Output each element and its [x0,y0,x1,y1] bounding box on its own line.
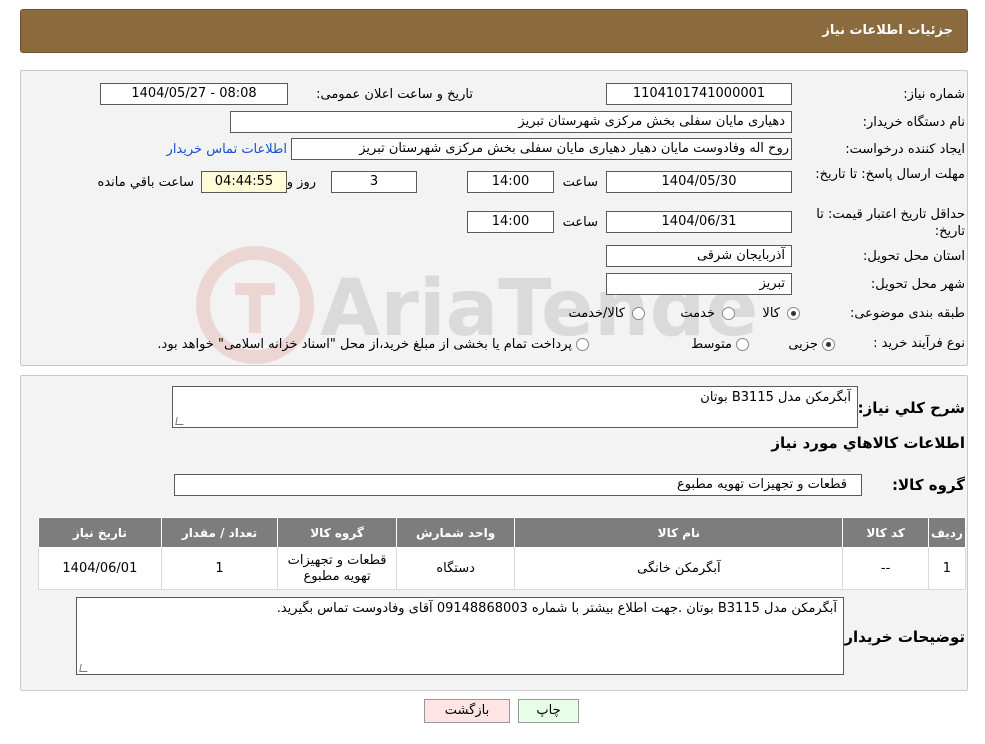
price-validity-label: حداقل تاریخ اعتبار قیمت: تا تاریخ: [816,207,965,239]
reply-time-label: ساعت [562,175,598,190]
price-validity-time-label: ساعت [562,215,598,230]
category-radio-goods-service[interactable] [632,307,645,320]
need-number-label: شماره نیاز: [903,87,965,102]
process-type-label: نوع فرآیند خرید : [873,336,965,351]
buyer-notes-text: آبگرمکن مدل B3115 بوتان .جهت اطلاع بیشتر… [276,601,837,616]
buyer-org-label: نام دستگاه خریدار: [862,115,965,130]
process-option-medium: متوسط [691,337,732,352]
col-unit: واحد شمارش [395,517,516,548]
description-textarea: آبگرمکن مدل B3115 بوتان [172,386,858,428]
delivery-province-label: استان محل تحویل: [863,249,965,264]
reply-deadline-label: مهلت ارسال پاسخ: تا تاریخ: [815,167,965,182]
price-validity-date: 1404/06/31 [606,211,792,233]
category-label: طبقه بندی موضوعی: [849,306,965,321]
buyer-org-field: دهیاری مایان سفلی بخش مرکزی شهرستان تبری… [230,111,792,133]
col-need-date: تاریخ نیاز [38,517,162,548]
delivery-city-label: شهر محل تحویل: [870,277,965,292]
announce-datetime-field: 1404/05/27 - 08:08 [100,83,288,105]
process-option-minor: جزیی [788,337,818,352]
announce-datetime-label: تاریخ و ساعت اعلان عمومی: [316,87,473,102]
description-text: آبگرمکن مدل B3115 بوتان [700,390,851,405]
process-radio-treasury[interactable] [576,338,589,351]
requester-label: ایجاد کننده درخواست: [845,142,965,157]
col-goods-code: کد کالا [842,517,929,548]
resize-handle-icon[interactable] [79,664,89,672]
goods-info-title: اطلاعات کالاهاي مورد نياز [771,434,965,452]
goods-table: ردیف کد کالا نام کالا واحد شمارش گروه کا… [38,517,967,590]
buyer-notes-textarea: آبگرمکن مدل B3115 بوتان .جهت اطلاع بیشتر… [76,597,844,675]
process-radio-minor[interactable] [822,338,835,351]
cell-goods-code: -- [842,547,929,590]
col-goods-group: گروه کالا [277,517,397,548]
cell-quantity: 1 [160,547,279,590]
requester-field: روح اله وفادوست مایان دهیار دهیاری مایان… [291,138,792,160]
print-button[interactable]: چاپ [518,699,579,723]
col-quantity: تعداد / مقدار [160,517,279,548]
category-option-service: خدمت [680,306,715,321]
cell-goods-group: قطعات و تجهیزات تهویه مطبوع [277,547,397,590]
need-number-field: 1104101741000001 [606,83,792,105]
page-title: جزئیات اطلاعات نیاز [822,23,953,38]
delivery-city-field: تبریز [606,273,792,295]
remaining-time-field: 04:44:55 [201,171,287,193]
price-validity-time: 14:00 [467,211,554,233]
goods-group-field: قطعات و تجهیزات تهویه مطبوع [174,474,862,496]
delivery-province-field: آذربایجان شرقی [606,245,792,267]
category-option-goods: کالا [762,306,780,321]
process-type-note: پرداخت تمام یا بخشی از مبلغ خرید،از محل … [157,337,572,352]
description-label: شرح کلي نياز: [857,399,965,417]
resize-handle-icon[interactable] [175,417,185,425]
col-row-number: ردیف [927,517,967,548]
process-radio-medium[interactable] [736,338,749,351]
goods-group-label: گروه کالا: [892,476,965,494]
cell-row-number: 1 [927,547,967,590]
reply-deadline-date: 1404/05/30 [606,171,792,193]
reply-days-field: 3 [331,171,417,193]
cell-need-date: 1404/06/01 [38,547,162,590]
reply-deadline-time: 14:00 [467,171,554,193]
col-goods-name: نام کالا [514,517,844,548]
reply-days-label: روز و [286,175,316,190]
buyer-contact-link[interactable]: اطلاعات تماس خریدار [167,142,287,157]
remaining-time-label: ساعت باقي مانده [97,175,194,190]
category-radio-service[interactable] [722,307,735,320]
cell-goods-name: آبگرمکن خانگی [514,547,844,590]
category-option-goods-service: کالا/خدمت [568,306,625,321]
cell-unit: دستگاه [395,547,516,590]
table-row: 1 -- آبگرمکن خانگی دستگاه قطعات و تجهیزا… [38,547,967,590]
buyer-notes-label: توضیحات خریدار: [838,628,965,646]
page-header: جزئیات اطلاعات نیاز [20,9,968,53]
category-radio-goods[interactable] [787,307,800,320]
back-button[interactable]: بازگشت [424,699,510,723]
table-header-row: ردیف کد کالا نام کالا واحد شمارش گروه کا… [38,517,967,548]
